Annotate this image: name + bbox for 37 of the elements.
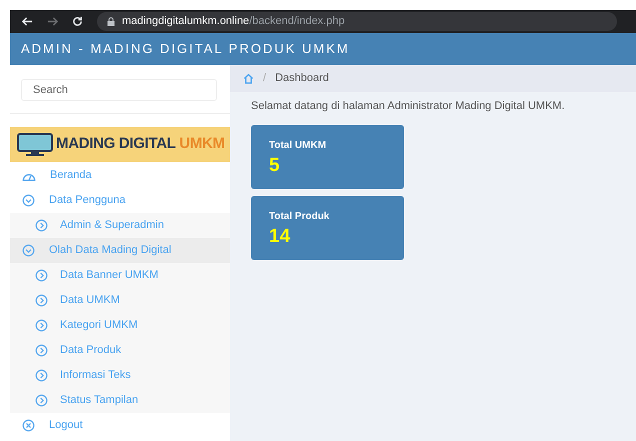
url-text: madingdigitalumkm.online/backend/index.php <box>122 14 345 30</box>
sidebar-item[interactable]: Logout <box>10 413 230 438</box>
chevron-right-icon <box>35 219 48 232</box>
chevron-right-icon <box>35 394 48 407</box>
chevron-right-icon <box>35 319 48 332</box>
welcome-text: Selamat datang di halaman Administrator Mading Digital UMKM. <box>250 99 566 114</box>
breadcrumb-separator: / <box>263 71 266 86</box>
sidebar-subitem[interactable]: Status Tampilan <box>10 388 230 413</box>
lock-icon <box>107 17 115 26</box>
sidebar-item[interactable]: Olah Data Mading Digital <box>10 238 230 263</box>
search-field[interactable]: Search <box>21 79 217 101</box>
logo-text: MADING DIGITAL UMKM <box>56 134 225 154</box>
stat-value: 14 <box>269 224 292 248</box>
chevron-right-icon <box>35 294 48 307</box>
stat-title: Total UMKM <box>269 138 328 152</box>
stat-title: Total Produk <box>269 210 330 224</box>
sidebar-subitem[interactable]: Informasi Teks <box>10 363 230 388</box>
reload-icon[interactable] <box>72 16 83 27</box>
breadcrumb-item[interactable]: Dashboard <box>275 70 329 87</box>
chevron-right-icon <box>35 369 48 382</box>
close-icon <box>22 419 35 432</box>
sidebar-subitem[interactable]: Data Produk <box>10 338 230 363</box>
sidebar-subitem[interactable]: Data UMKM <box>10 288 230 313</box>
chevron-right-icon <box>35 344 48 357</box>
sidebar-subitem[interactable]: Data Banner UMKM <box>10 263 230 288</box>
sidebar-subitem[interactable]: Kategori UMKM <box>10 313 230 338</box>
chevron-down-icon <box>22 194 35 207</box>
sidebar-subitem[interactable]: Admin & Superadmin <box>10 213 230 238</box>
header-title: ADMIN - MADING DIGITAL PRODUK UMKM <box>21 40 350 58</box>
stat-value: 5 <box>269 154 281 178</box>
address-bar[interactable]: madingdigitalumkm.online/backend/index.php <box>97 12 617 31</box>
chevron-down-icon <box>22 244 35 257</box>
back-arrow-icon[interactable] <box>22 16 33 27</box>
sidebar-item[interactable]: Data Pengguna <box>10 188 230 213</box>
sidebar-item[interactable]: Beranda <box>10 163 230 188</box>
chevron-right-icon <box>35 269 48 282</box>
monitor-icon <box>17 132 53 156</box>
